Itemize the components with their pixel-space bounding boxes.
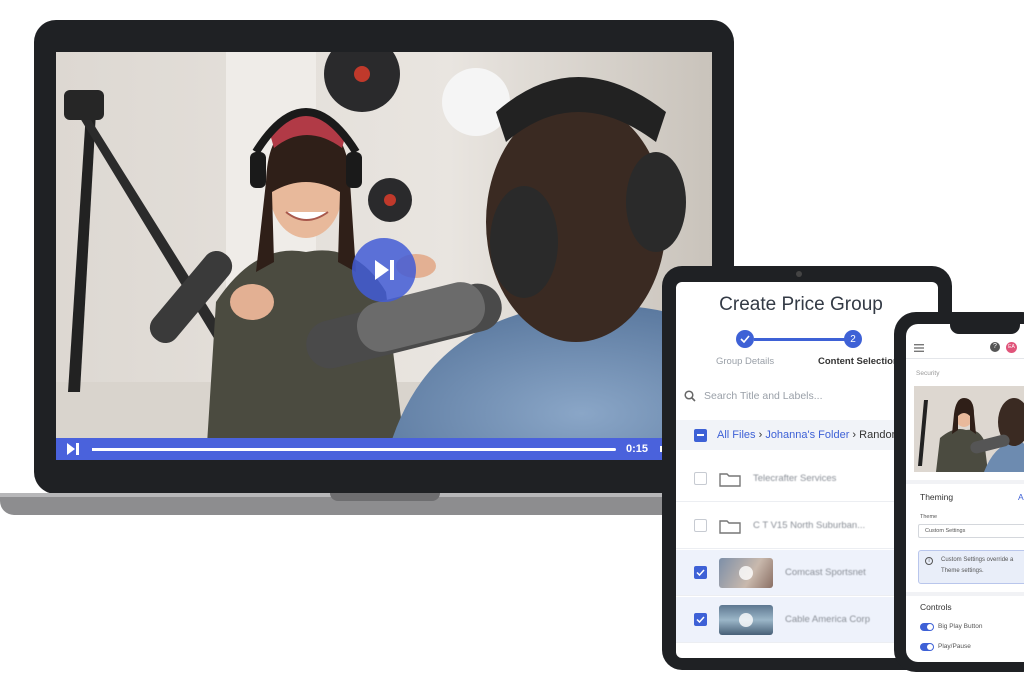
row-name: Telecrafter Services [753, 473, 837, 484]
video-player[interactable]: 0:15 [56, 52, 712, 460]
check-icon [740, 335, 750, 343]
phone-notch [950, 322, 1020, 334]
row-name: C T V15 North Suburban... [753, 520, 866, 531]
info-banner: i Custom Settings override a Theme setti… [918, 550, 1024, 584]
play-pause-icon [67, 443, 79, 455]
breadcrumb-separator: › [852, 429, 857, 441]
tablet-camera [796, 271, 802, 277]
info-line-2: Theme settings. [941, 568, 984, 574]
podcast-scene-image [914, 386, 1024, 472]
step-number: 2 [850, 333, 856, 345]
play-pause-icon [375, 260, 394, 280]
indeterminate-icon [697, 434, 704, 436]
video-thumbnail[interactable] [719, 604, 773, 635]
video-thumbnail[interactable] [719, 557, 773, 588]
toggle-label: Play/Pause [938, 643, 971, 650]
check-icon [696, 616, 705, 623]
page-title: Create Price Group [719, 294, 883, 315]
section-title-theming: Theming [920, 492, 954, 502]
big-play-button[interactable] [352, 238, 416, 302]
step-label-content-selection: Content Selection [818, 356, 899, 367]
theme-select[interactable]: Custom Settings [918, 524, 1024, 538]
info-icon: i [925, 557, 933, 565]
video-preview[interactable] [914, 386, 1024, 472]
divider [906, 358, 1024, 359]
play-pause-control[interactable] [64, 442, 82, 456]
stepper-connector [754, 338, 846, 341]
search-placeholder: Search Title and Labels... [704, 390, 823, 402]
folder-icon [719, 519, 741, 534]
toggle-play-pause[interactable] [920, 643, 934, 651]
breadcrumb-separator: › [758, 429, 763, 441]
step-1-complete[interactable] [736, 330, 754, 348]
row-checkbox[interactable] [694, 519, 707, 532]
folder-icon [719, 472, 741, 487]
menu-icon[interactable] [914, 344, 924, 352]
play-icon [739, 612, 753, 627]
theme-select-value: Custom Settings [925, 528, 966, 534]
row-checkbox[interactable] [694, 472, 707, 485]
theming-action-link[interactable]: A [1018, 492, 1024, 502]
info-line-1: Custom Settings override a [941, 557, 1014, 563]
toggle-label: Big Play Button [938, 623, 983, 630]
breadcrumb-path: All Files › Johanna's Folder › Random [717, 429, 901, 441]
row-name: Cable America Corp [785, 614, 871, 625]
section-title-controls: Controls [920, 602, 952, 612]
check-icon [696, 569, 705, 576]
play-icon [739, 565, 753, 580]
theme-label: Theme [920, 514, 938, 520]
progress-bar[interactable] [92, 447, 616, 451]
divider [906, 480, 1024, 484]
breadcrumb-folder[interactable]: Johanna's Folder [765, 429, 849, 441]
select-all-checkbox[interactable] [694, 428, 707, 442]
player-control-bar: 0:15 [56, 438, 712, 460]
nav-label: Security [916, 370, 940, 377]
row-name: Comcast Sportsnet [785, 567, 866, 578]
row-checkbox[interactable] [694, 566, 707, 579]
breadcrumb-root[interactable]: All Files [717, 429, 756, 441]
device-showcase: 0:15 Create Price Group 2 Group Details … [0, 0, 1024, 684]
search-icon [684, 390, 696, 402]
step-label-group-details: Group Details [716, 356, 775, 367]
divider [906, 592, 1024, 596]
phone-screen: ? EA Security Theming A Theme Custom Set… [906, 324, 1024, 662]
step-2-active[interactable]: 2 [844, 330, 862, 348]
avatar[interactable]: EA [1006, 342, 1017, 353]
current-time: 0:15 [625, 443, 648, 455]
laptop-hinge [330, 493, 440, 501]
row-checkbox[interactable] [694, 613, 707, 626]
progress-fill [92, 447, 606, 451]
help-icon[interactable]: ? [990, 342, 1000, 352]
toggle-big-play-button[interactable] [920, 623, 934, 631]
